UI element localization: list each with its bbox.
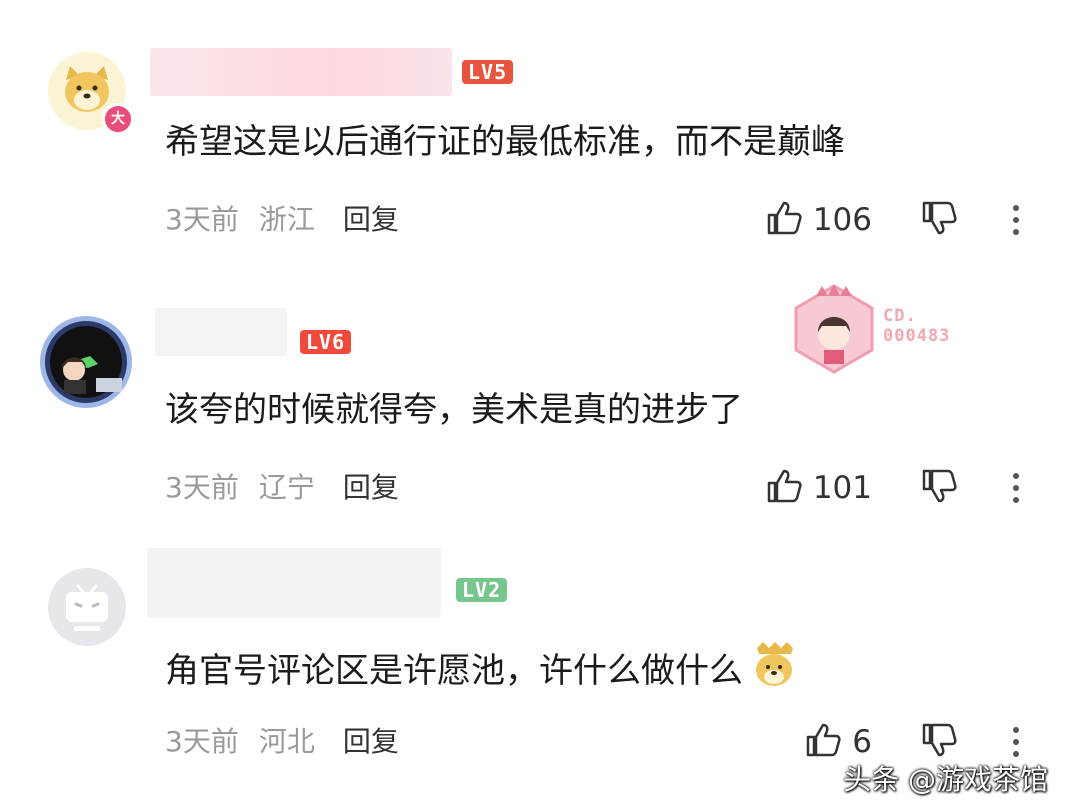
avatar-badge: 大 [102,103,134,135]
fan-badge-icon [794,284,874,374]
comment-time: 3天前 [165,725,239,758]
username-redacted[interactable] [155,308,287,356]
reply-button[interactable]: 回复 [343,725,399,758]
reply-button[interactable]: 回复 [343,471,399,504]
thumbs-up-icon[interactable] [765,199,803,241]
comment-location: 河北 [258,725,315,758]
more-icon[interactable] [1010,205,1022,235]
boy-avatar-icon [40,316,132,408]
thumbs-down-icon[interactable] [920,721,958,763]
avatar[interactable] [48,568,126,646]
default-tv-avatar-icon [48,568,126,646]
thumbs-down-icon[interactable] [920,467,958,509]
comment-text: 角官号评论区是许愿池，许什么做什么 [165,640,799,693]
fan-dress-badge[interactable] [788,282,880,374]
comment-meta: 3天前 辽宁 回复 [165,470,419,506]
username-redacted[interactable] [150,48,452,96]
thumbs-down-icon[interactable] [920,199,958,241]
comment-location: 浙江 [258,203,315,236]
like-count: 101 [812,470,872,506]
like-count: 106 [812,202,872,238]
comment-text-content: 角官号评论区是许愿池，许什么做什么 [165,651,743,691]
comment-location: 辽宁 [258,471,315,504]
comment-actions: 6 [804,722,1022,762]
comment-actions: 101 [765,468,1022,508]
level-badge: LV2 [456,578,508,602]
comment-actions: 106 [765,200,1022,240]
reply-button[interactable]: 回复 [343,203,399,236]
fan-badge-number: CD. 000483 [883,306,951,346]
level-badge: LV6 [300,330,352,354]
more-icon[interactable] [1010,473,1022,503]
doge-emoji-icon [749,640,799,690]
comment-time: 3天前 [165,203,239,236]
like-count: 6 [852,724,872,760]
username-redacted[interactable] [147,548,441,618]
watermark: 头条 @游戏茶馆 [843,763,1048,796]
comment-text: 希望这是以后通行证的最低标准，而不是巅峰 [165,122,845,162]
thumbs-up-icon[interactable] [804,721,842,763]
thumbs-up-icon[interactable] [765,467,803,509]
avatar[interactable] [40,316,132,408]
more-icon[interactable] [1010,727,1022,757]
comment-time: 3天前 [165,471,239,504]
comment-meta: 3天前 河北 回复 [165,724,419,760]
comment-text: 该夸的时候就得夸，美术是真的进步了 [165,390,743,430]
comment-meta: 3天前 浙江 回复 [165,202,419,238]
level-badge: LV5 [462,60,514,84]
